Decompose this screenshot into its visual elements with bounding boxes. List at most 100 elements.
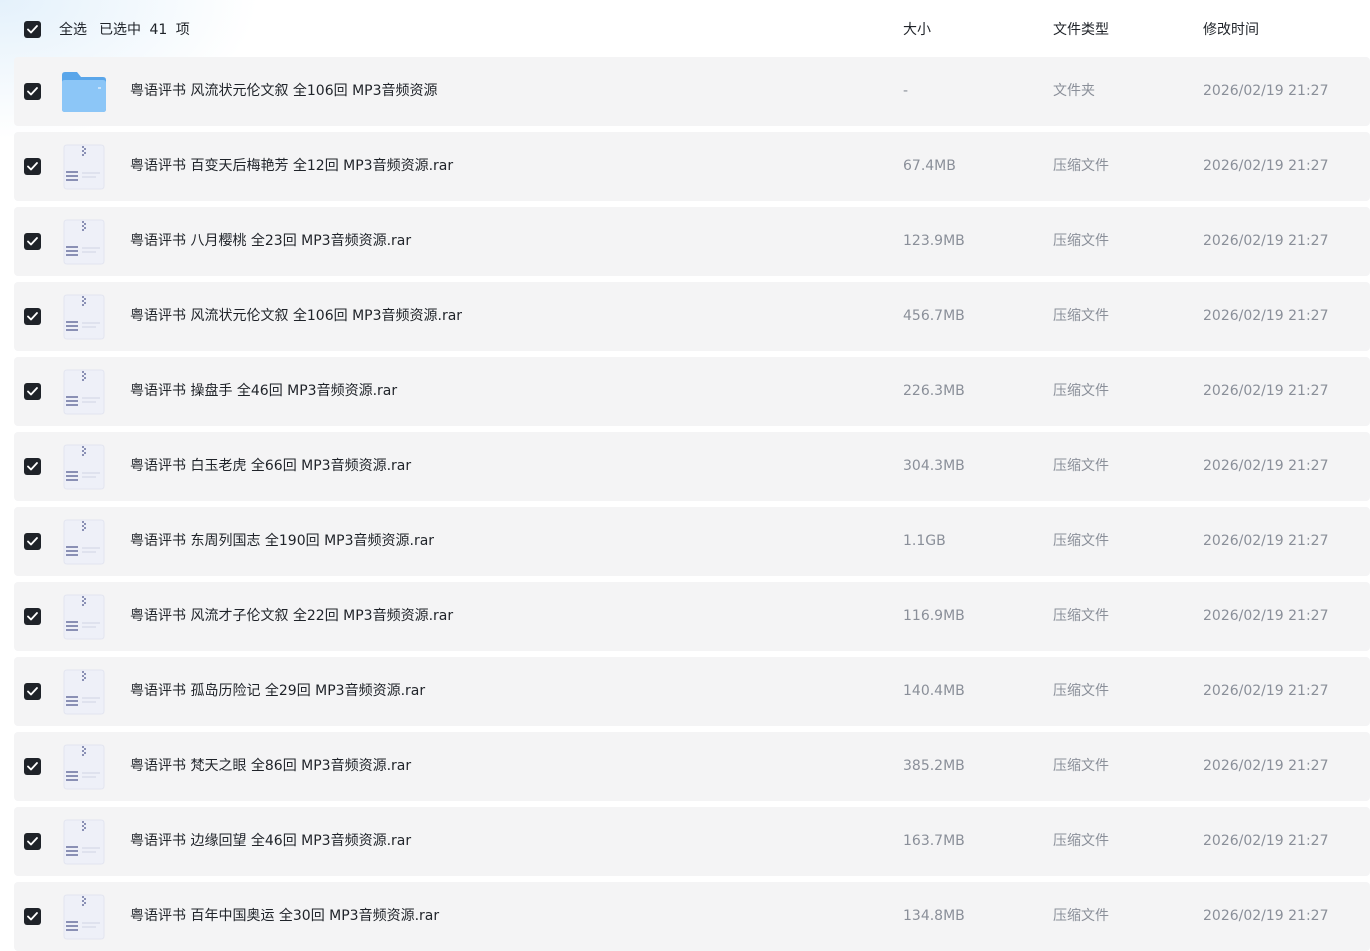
file-row[interactable]: 粤语评书 风流才子伦文叙 全22回 MP3音频资源.rar 116.9MB 压缩文件… (14, 582, 1370, 651)
file-type: 压缩文件 (1053, 533, 1109, 549)
file-name[interactable]: 粤语评书 风流才子伦文叙 全22回 MP3音频资源.rar (130, 606, 453, 626)
archive-icon (60, 444, 108, 490)
file-row[interactable]: 粤语评书 白玉老虎 全66回 MP3音频资源.rar 304.3MB 压缩文件 202… (14, 432, 1370, 501)
file-modified: 2026/02/19 21:27 (1203, 308, 1329, 324)
file-name[interactable]: 粤语评书 八月樱桃 全23回 MP3音频资源.rar (130, 231, 411, 251)
row-checkbox[interactable] (24, 383, 41, 400)
file-modified: 2026/02/19 21:27 (1203, 383, 1329, 399)
file-name[interactable]: 粤语评书 百年中国奥运 全30回 MP3音频资源.rar (130, 906, 439, 926)
file-type: 压缩文件 (1053, 458, 1109, 474)
select-all-label[interactable]: 全选 (59, 20, 87, 40)
file-modified: 2026/02/19 21:27 (1203, 833, 1329, 849)
row-checkbox[interactable] (24, 308, 41, 325)
file-size: 304.3MB (903, 458, 965, 474)
file-type: 压缩文件 (1053, 158, 1109, 174)
file-size: 67.4MB (903, 158, 956, 174)
file-size: 123.9MB (903, 233, 965, 249)
file-type: 文件夹 (1053, 83, 1095, 99)
file-name[interactable]: 粤语评书 风流状元伦文叙 全106回 MP3音频资源 (130, 81, 438, 101)
archive-icon (60, 894, 108, 940)
file-row[interactable]: 粤语评书 百年中国奥运 全30回 MP3音频资源.rar 134.8MB 压缩文件 2… (14, 882, 1370, 951)
file-size: 140.4MB (903, 683, 965, 699)
checkmark-icon (27, 387, 38, 396)
file-modified: 2026/02/19 21:27 (1203, 533, 1329, 549)
file-size: 116.9MB (903, 608, 965, 624)
file-size: 385.2MB (903, 758, 965, 774)
file-modified: 2026/02/19 21:27 (1203, 458, 1329, 474)
file-type: 压缩文件 (1053, 908, 1109, 924)
file-size: 163.7MB (903, 833, 965, 849)
archive-icon (60, 594, 108, 640)
row-checkbox[interactable] (24, 158, 41, 175)
archive-icon (60, 144, 108, 190)
checkmark-icon (27, 312, 38, 321)
archive-icon (60, 294, 108, 340)
file-name[interactable]: 粤语评书 风流状元伦文叙 全106回 MP3音频资源.rar (130, 306, 462, 326)
archive-icon (60, 744, 108, 790)
file-modified: 2026/02/19 21:27 (1203, 83, 1329, 99)
archive-icon (60, 519, 108, 565)
selected-count: 已选中 41 项 (99, 22, 190, 38)
checkmark-icon (27, 537, 38, 546)
checkmark-icon (27, 237, 38, 246)
file-modified: 2026/02/19 21:27 (1203, 233, 1329, 249)
archive-icon (60, 819, 108, 865)
row-checkbox[interactable] (24, 908, 41, 925)
checkmark-icon (27, 162, 38, 171)
file-size: 226.3MB (903, 383, 965, 399)
archive-icon (60, 219, 108, 265)
file-size: - (903, 83, 909, 99)
row-checkbox[interactable] (24, 833, 41, 850)
row-checkbox[interactable] (24, 683, 41, 700)
file-size: 1.1GB (903, 533, 946, 549)
file-name[interactable]: 粤语评书 百变天后梅艳芳 全12回 MP3音频资源.rar (130, 156, 453, 176)
file-name[interactable]: 粤语评书 梵天之眼 全86回 MP3音频资源.rar (130, 756, 411, 776)
file-row[interactable]: 粤语评书 百变天后梅艳芳 全12回 MP3音频资源.rar 67.4MB 压缩文件 2… (14, 132, 1370, 201)
checkmark-icon (27, 25, 38, 34)
checkmark-icon (27, 462, 38, 471)
list-header: 全选 已选中 41 项 大小 文件类型 修改时间 (0, 0, 1370, 57)
column-header-type[interactable]: 文件类型 (1053, 20, 1109, 40)
file-row[interactable]: 粤语评书 梵天之眼 全86回 MP3音频资源.rar 385.2MB 压缩文件 202… (14, 732, 1370, 801)
file-row[interactable]: 粤语评书 东周列国志 全190回 MP3音频资源.rar 1.1GB 压缩文件 202… (14, 507, 1370, 576)
file-row[interactable]: 粤语评书 风流状元伦文叙 全106回 MP3音频资源 - 文件夹 2026/02/19… (14, 57, 1370, 126)
file-type: 压缩文件 (1053, 833, 1109, 849)
column-header-size[interactable]: 大小 (903, 20, 931, 40)
file-type: 压缩文件 (1053, 683, 1109, 699)
file-type: 压缩文件 (1053, 383, 1109, 399)
checkmark-icon (27, 762, 38, 771)
file-row[interactable]: 粤语评书 边缘回望 全46回 MP3音频资源.rar 163.7MB 压缩文件 202… (14, 807, 1370, 876)
column-header-modified[interactable]: 修改时间 (1203, 20, 1259, 40)
file-type: 压缩文件 (1053, 758, 1109, 774)
file-name[interactable]: 粤语评书 白玉老虎 全66回 MP3音频资源.rar (130, 456, 411, 476)
file-size: 456.7MB (903, 308, 965, 324)
select-all-checkbox[interactable] (24, 21, 41, 38)
checkmark-icon (27, 87, 38, 96)
file-modified: 2026/02/19 21:27 (1203, 158, 1329, 174)
file-modified: 2026/02/19 21:27 (1203, 758, 1329, 774)
file-row[interactable]: 粤语评书 孤岛历险记 全29回 MP3音频资源.rar 140.4MB 压缩文件 20… (14, 657, 1370, 726)
row-checkbox[interactable] (24, 533, 41, 550)
row-checkbox[interactable] (24, 758, 41, 775)
file-modified: 2026/02/19 21:27 (1203, 908, 1329, 924)
row-checkbox[interactable] (24, 83, 41, 100)
row-checkbox[interactable] (24, 233, 41, 250)
checkmark-icon (27, 687, 38, 696)
archive-icon (60, 669, 108, 715)
archive-icon (60, 369, 108, 415)
file-name[interactable]: 粤语评书 边缘回望 全46回 MP3音频资源.rar (130, 831, 411, 851)
checkmark-icon (27, 837, 38, 846)
file-name[interactable]: 粤语评书 东周列国志 全190回 MP3音频资源.rar (130, 531, 434, 551)
file-type: 压缩文件 (1053, 308, 1109, 324)
row-checkbox[interactable] (24, 608, 41, 625)
file-row[interactable]: 粤语评书 风流状元伦文叙 全106回 MP3音频资源.rar 456.7MB 压缩文… (14, 282, 1370, 351)
file-row[interactable]: 粤语评书 八月樱桃 全23回 MP3音频资源.rar 123.9MB 压缩文件 202… (14, 207, 1370, 276)
file-name[interactable]: 粤语评书 操盘手 全46回 MP3音频资源.rar (130, 381, 397, 401)
folder-icon (60, 69, 108, 115)
file-modified: 2026/02/19 21:27 (1203, 608, 1329, 624)
file-name[interactable]: 粤语评书 孤岛历险记 全29回 MP3音频资源.rar (130, 681, 425, 701)
file-row[interactable]: 粤语评书 操盘手 全46回 MP3音频资源.rar 226.3MB 压缩文件 2026… (14, 357, 1370, 426)
row-checkbox[interactable] (24, 458, 41, 475)
file-modified: 2026/02/19 21:27 (1203, 683, 1329, 699)
file-size: 134.8MB (903, 908, 965, 924)
